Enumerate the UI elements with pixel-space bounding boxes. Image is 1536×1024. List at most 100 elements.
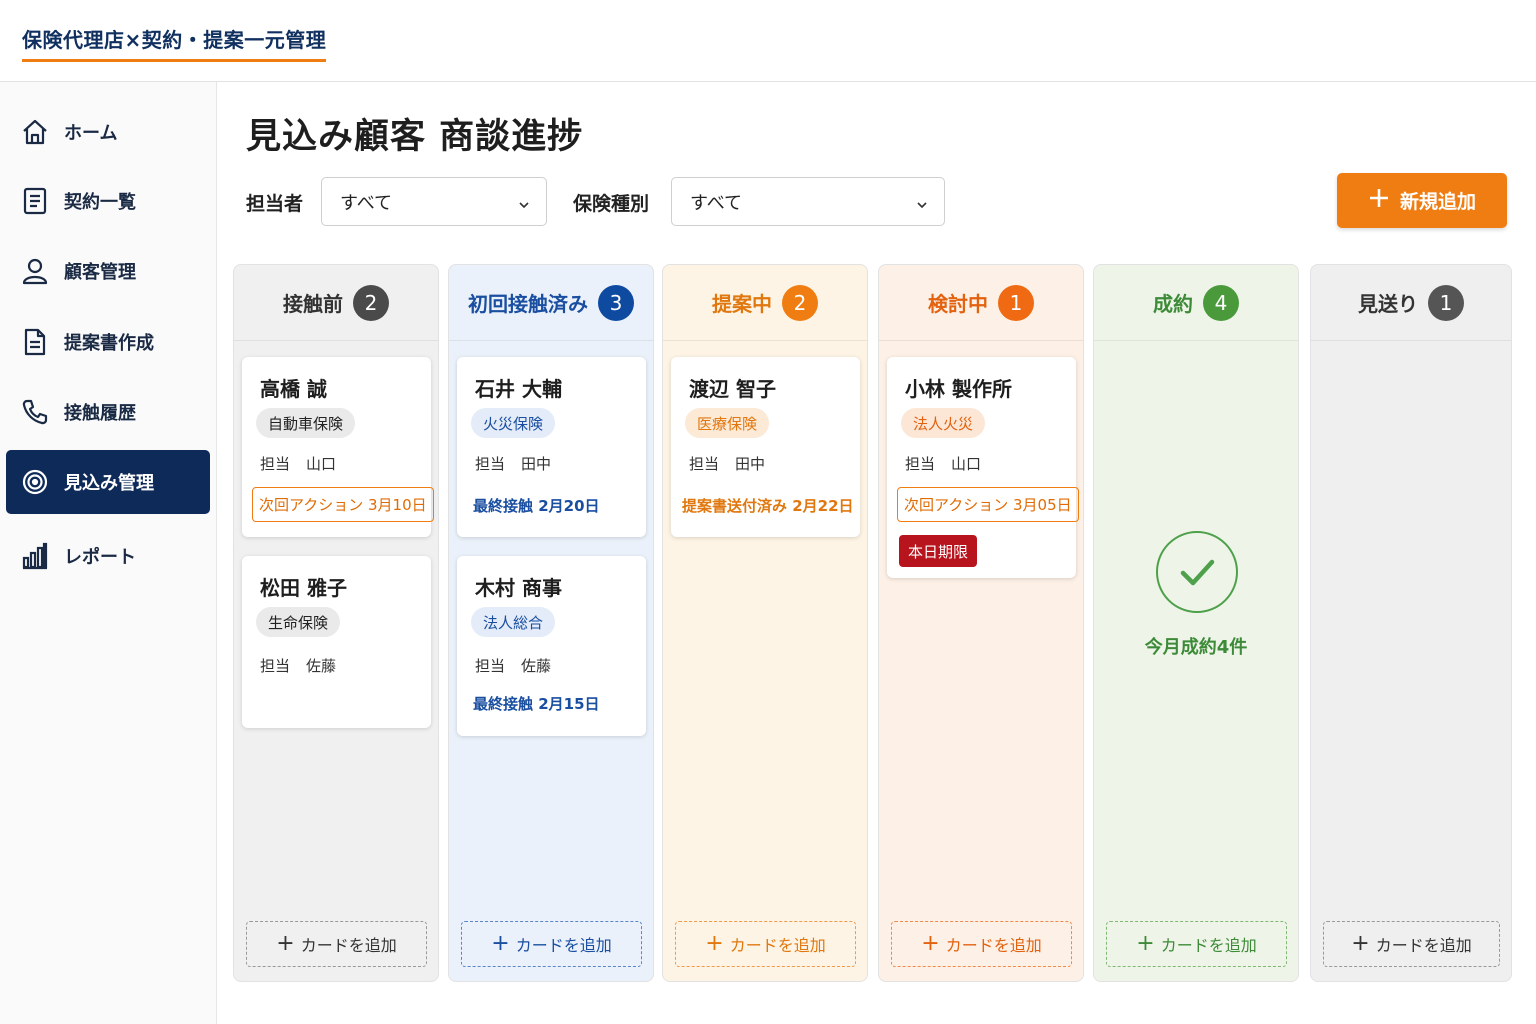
sidebar-item-label: 見込み管理 bbox=[64, 473, 154, 494]
owner-label: 担当 bbox=[905, 455, 936, 473]
prospect-name: 渡辺 智子 bbox=[689, 377, 776, 401]
phone-icon bbox=[20, 397, 50, 427]
sidebar-item-label: ホーム bbox=[64, 123, 118, 144]
insurance-type-tag: 医療保険 bbox=[685, 408, 770, 438]
insurance-type-tag: 自動車保険 bbox=[256, 408, 356, 438]
owner-text: 担当 田中 bbox=[475, 453, 551, 474]
owner-label: 担当 bbox=[475, 657, 506, 675]
won-count-text: 今月成約4件 bbox=[1144, 637, 1248, 658]
owner-label: 担当 bbox=[260, 657, 291, 675]
proposal-sent-text: 提案書送付済み 2月22日 bbox=[682, 497, 854, 515]
column-count-badge: 2 bbox=[353, 284, 389, 321]
sidebar-item-proposals[interactable]: 提案書作成 bbox=[6, 310, 210, 374]
sidebar: ホーム 契約一覧 顧客管理 提案書作成 接触履歴 見込み管理 レポート bbox=[0, 82, 217, 1024]
column-count-badge: 3 bbox=[598, 284, 634, 321]
file-text-icon bbox=[20, 327, 50, 357]
prospect-card[interactable]: 石井 大輔 火災保険 担当 田中 最終接触 2月20日 bbox=[457, 357, 646, 537]
add-card-button[interactable]: + カードを追加 bbox=[891, 921, 1072, 967]
prospect-card[interactable]: 小林 製作所 法人火災 担当 山口 次回アクション 3月05日 本日期限 bbox=[887, 357, 1079, 578]
insurance-type-tag: 法人総合 bbox=[471, 607, 556, 637]
column-header: 見送り 1 bbox=[1311, 265, 1511, 341]
target-icon bbox=[20, 467, 50, 497]
chevron-down-icon bbox=[916, 195, 928, 216]
column-before-contact: 接触前 2 高橋 誠 自動車保険 担当 山口 次回アクション 3月10日 松田 雅… bbox=[233, 264, 439, 982]
owner-name: 佐藤 bbox=[521, 657, 552, 675]
prospect-card[interactable]: 渡辺 智子 医療保険 担当 田中 提案書送付済み 2月22日 bbox=[671, 357, 860, 537]
column-title: 成約 bbox=[1153, 292, 1193, 316]
owner-label: 担当 bbox=[260, 455, 291, 473]
owner-label: 担当 bbox=[689, 455, 720, 473]
plus-icon: + bbox=[705, 931, 724, 956]
sidebar-item-label: 顧客管理 bbox=[64, 262, 136, 283]
insurance-type-tag: 火災保険 bbox=[471, 408, 556, 438]
owner-name: 田中 bbox=[521, 455, 552, 473]
type-filter-label: 保険種別 bbox=[573, 193, 650, 215]
add-card-label: カードを追加 bbox=[1375, 936, 1472, 955]
sidebar-item-label: 提案書作成 bbox=[64, 333, 154, 354]
column-title: 接触前 bbox=[283, 292, 343, 316]
sidebar-item-customers[interactable]: 顧客管理 bbox=[6, 239, 210, 303]
owner-text: 担当 山口 bbox=[260, 453, 336, 474]
check-circle-icon bbox=[1156, 531, 1238, 613]
bar-chart-icon bbox=[20, 541, 50, 571]
owner-label: 担当 bbox=[475, 455, 506, 473]
column-title: 初回接触済み bbox=[468, 292, 588, 316]
owner-text: 担当 佐藤 bbox=[475, 655, 551, 676]
owner-name: 山口 bbox=[306, 455, 337, 473]
next-action-badge: 次回アクション 3月10日 bbox=[252, 487, 434, 522]
prospect-card[interactable]: 松田 雅子 生命保険 担当 佐藤 bbox=[242, 556, 431, 728]
add-card-button[interactable]: + カードを追加 bbox=[246, 921, 427, 967]
owner-filter-value: すべて bbox=[340, 192, 393, 214]
add-card-label: カードを追加 bbox=[300, 936, 397, 955]
plus-icon: + bbox=[276, 931, 295, 956]
add-new-button[interactable]: 新規追加 bbox=[1337, 173, 1507, 228]
sidebar-item-contact-history[interactable]: 接触履歴 bbox=[6, 380, 210, 444]
add-new-button-label: 新規追加 bbox=[1399, 191, 1476, 213]
add-card-button[interactable]: + カードを追加 bbox=[675, 921, 856, 967]
sidebar-item-prospects[interactable]: 見込み管理 bbox=[6, 450, 210, 514]
column-proposing: 提案中 2 渡辺 智子 医療保険 担当 田中 提案書送付済み 2月22日 + カード… bbox=[662, 264, 868, 982]
prospect-card[interactable]: 高橋 誠 自動車保険 担当 山口 次回アクション 3月10日 bbox=[242, 357, 434, 537]
owner-text: 担当 田中 bbox=[689, 453, 765, 474]
column-count-badge: 4 bbox=[1203, 284, 1239, 321]
sidebar-item-label: 接触履歴 bbox=[64, 403, 136, 424]
add-card-button[interactable]: + カードを追加 bbox=[1323, 921, 1500, 967]
insurance-type-tag: 生命保険 bbox=[256, 607, 341, 637]
column-header: 接触前 2 bbox=[234, 265, 438, 341]
plus-icon: + bbox=[491, 931, 510, 956]
prospect-name: 高橋 誠 bbox=[260, 377, 327, 401]
owner-name: 田中 bbox=[735, 455, 766, 473]
prospect-card[interactable]: 木村 商事 法人総合 担当 佐藤 最終接触 2月15日 bbox=[457, 556, 646, 736]
sidebar-item-reports[interactable]: レポート bbox=[6, 524, 210, 588]
column-count-badge: 1 bbox=[1428, 284, 1464, 321]
plus-icon bbox=[1368, 187, 1390, 214]
column-declined: 見送り 1 + カードを追加 bbox=[1310, 264, 1512, 982]
due-today-badge: 本日期限 bbox=[899, 535, 978, 567]
type-filter-select[interactable]: すべて bbox=[671, 177, 945, 226]
column-count-badge: 2 bbox=[782, 284, 818, 321]
sidebar-item-home[interactable]: ホーム bbox=[6, 100, 210, 164]
add-card-label: カードを追加 bbox=[945, 936, 1042, 955]
top-header: 保険代理店×契約・提案一元管理 bbox=[0, 0, 1536, 82]
column-title: 検討中 bbox=[928, 292, 988, 316]
add-card-button[interactable]: + カードを追加 bbox=[1106, 921, 1287, 967]
type-filter-value: すべて bbox=[690, 192, 743, 214]
column-header: 成約 4 bbox=[1094, 265, 1298, 341]
owner-name: 山口 bbox=[951, 455, 982, 473]
home-icon bbox=[20, 117, 50, 147]
owner-filter-select[interactable]: すべて bbox=[321, 177, 547, 226]
page-title: 見込み顧客 商談進捗 bbox=[246, 117, 584, 157]
plus-icon: + bbox=[921, 931, 940, 956]
sidebar-item-label: 契約一覧 bbox=[64, 192, 136, 213]
column-count-badge: 1 bbox=[998, 284, 1034, 321]
column-title: 提案中 bbox=[712, 292, 772, 316]
last-contact-text: 最終接触 2月15日 bbox=[473, 695, 600, 713]
add-card-button[interactable]: + カードを追加 bbox=[461, 921, 642, 967]
owner-filter-label: 担当者 bbox=[246, 193, 304, 215]
plus-icon: + bbox=[1136, 931, 1155, 956]
prospect-name: 小林 製作所 bbox=[905, 377, 1012, 401]
column-first-contact: 初回接触済み 3 石井 大輔 火災保険 担当 田中 最終接触 2月20日 木村 商… bbox=[448, 264, 654, 982]
column-closed-won: 成約 4 今月成約4件 + カードを追加 bbox=[1093, 264, 1299, 982]
owner-text: 担当 佐藤 bbox=[260, 655, 336, 676]
sidebar-item-contracts[interactable]: 契約一覧 bbox=[6, 169, 210, 233]
